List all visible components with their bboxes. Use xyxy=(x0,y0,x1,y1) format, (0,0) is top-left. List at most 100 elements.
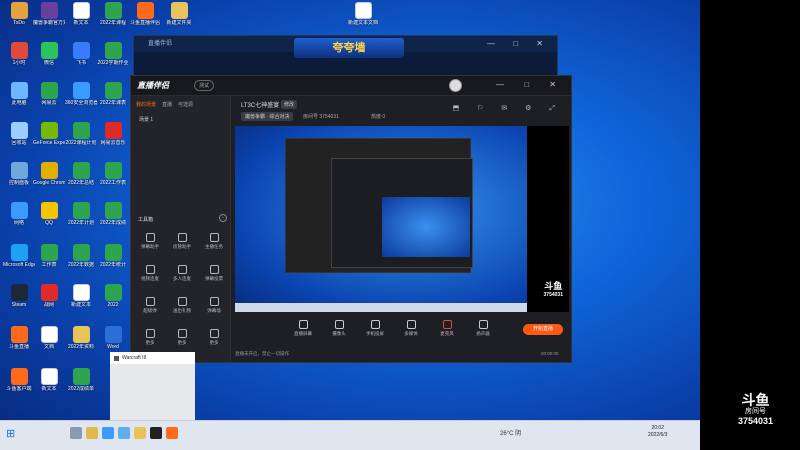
taskbar-app-icon[interactable] xyxy=(102,427,114,439)
scene-item[interactable]: 场景 1 xyxy=(131,113,230,126)
tool-item[interactable]: 弹幕投票 xyxy=(199,265,229,287)
desktop-icon[interactable]: QQ xyxy=(34,202,64,234)
taskbar-app-icon[interactable] xyxy=(166,427,178,439)
desktop-icon[interactable]: 2022年统计 xyxy=(98,244,128,276)
desktop-icon[interactable]: 斗鱼客户端 xyxy=(4,368,34,400)
desktop-icon-image xyxy=(354,2,372,19)
desktop-icon[interactable]: 2022学期作业 xyxy=(97,42,129,74)
desktop-icon[interactable]: 网易云 xyxy=(34,82,64,114)
desktop-icon[interactable]: 斗鱼直播伴侣 xyxy=(130,2,160,34)
desktop-icon-image xyxy=(40,122,58,139)
control-button[interactable]: 摄像头 xyxy=(327,320,351,344)
desktop-icon[interactable]: GeForce Experience xyxy=(33,122,65,154)
tool-item[interactable]: 视频连麦 xyxy=(135,265,165,287)
streaming-app-window[interactable]: 直播伴侣 测试 — □ ✕ 我的场景 直播 可选源 场景 1 工具箱 − 弹幕助… xyxy=(130,75,572,363)
desktop-icon[interactable]: 魔兽争霸官方对战平台 xyxy=(33,2,65,34)
control-button[interactable]: 多媒体 xyxy=(399,320,423,344)
desktop-icon[interactable]: 微信 xyxy=(34,42,64,74)
desktop-icon[interactable]: 360安全浏览器 xyxy=(65,82,97,114)
tab-my-scenes[interactable]: 我的场景 xyxy=(136,101,156,108)
desktop-icon[interactable]: 2022年成绩 xyxy=(98,202,128,234)
preview-taskbar xyxy=(235,303,527,312)
desktop-icon[interactable]: 2022成绩单 xyxy=(66,368,96,400)
desktop-icon[interactable]: 新文本 xyxy=(34,368,64,400)
control-button[interactable]: 手机投屏 xyxy=(363,320,387,344)
desktop-icon[interactable]: 新建文本文档 xyxy=(348,2,378,34)
desktop-icon[interactable]: 1小时 xyxy=(4,42,34,74)
desktop-icon[interactable]: 新建文件夹 xyxy=(164,2,194,34)
tool-item[interactable]: 主播任务 xyxy=(199,233,229,255)
control-button[interactable]: 直播屏幕 xyxy=(291,320,315,344)
background-window[interactable]: 直播伴侣 夸夸墙 — □ ✕ xyxy=(133,35,558,77)
desktop-icon[interactable]: 战网 xyxy=(34,284,64,316)
desktop-icon[interactable]: Microsoft Edge xyxy=(3,244,35,276)
app-version-badge[interactable]: 测试 xyxy=(194,80,215,91)
desktop-icon-image xyxy=(104,326,122,343)
toolbox-collapse-icon[interactable]: − xyxy=(219,214,227,222)
desktop-icon[interactable]: 回收站 xyxy=(4,122,34,154)
desktop-icon[interactable]: 斗鱼直播 xyxy=(4,326,34,358)
stream-preview[interactable]: 斗鱼 3754031 xyxy=(235,126,569,312)
desktop-icon[interactable]: 新建文本 xyxy=(66,284,96,316)
desktop-icon-label: 2022年课表 xyxy=(99,100,127,106)
desktop-icon-image xyxy=(10,284,28,301)
tool-item[interactable]: 送出礼物 xyxy=(167,297,197,319)
tool-item[interactable]: 更多 xyxy=(199,329,229,351)
desktop-icon[interactable]: 飞书 xyxy=(66,42,96,74)
desktop-icon[interactable]: 2022工作表 xyxy=(98,162,128,194)
taskbar-app-icon[interactable] xyxy=(118,427,130,439)
taskbar-app-icon[interactable] xyxy=(86,427,98,439)
desktop-icon[interactable]: 控制面板 xyxy=(4,162,34,194)
desktop-icon[interactable]: 2022年计划 xyxy=(66,202,96,234)
tool-icon xyxy=(177,265,187,274)
desktop-icon[interactable]: 2022年数据 xyxy=(66,244,96,276)
desktop-icon[interactable]: 2022年课表 xyxy=(98,82,128,114)
tool-item[interactable]: 房管助手 xyxy=(167,233,197,255)
tab-sources[interactable]: 可选源 xyxy=(178,101,193,108)
edit-title-button[interactable]: 修改 xyxy=(281,100,298,109)
tool-item[interactable]: 更多 xyxy=(167,329,197,351)
desktop-icon[interactable]: 文档 xyxy=(34,326,64,358)
tool-item[interactable]: 更多 xyxy=(135,329,165,351)
desktop-icon[interactable]: 网易云音乐 xyxy=(98,122,128,154)
desktop-icon-label: 控制面板 xyxy=(8,180,29,186)
go-live-button[interactable]: 开始直播 xyxy=(523,324,563,335)
app-title-bar[interactable]: 直播伴侣 测试 — □ ✕ xyxy=(131,76,571,96)
taskbar-app-icon[interactable] xyxy=(150,427,162,439)
user-avatar[interactable] xyxy=(449,79,462,92)
start-button[interactable]: ⊞ xyxy=(6,429,16,440)
desktop-icon[interactable]: 2022课程计划 xyxy=(65,122,97,154)
stream-title[interactable]: LT3C七神盛宴 xyxy=(241,100,279,109)
taskbar-app-icon[interactable] xyxy=(70,427,82,439)
tool-item[interactable]: 弹幕助手 xyxy=(135,233,165,255)
tool-label: 更多 xyxy=(145,340,155,345)
background-window-controls[interactable]: — □ ✕ xyxy=(487,39,551,48)
desktop-icon[interactable]: 2022年课程 xyxy=(98,2,128,34)
desktop-icon-image xyxy=(10,244,28,261)
clock[interactable]: 20:02 2022/6/3 xyxy=(648,425,667,439)
top-toolbar-icons[interactable]: ⬒ ⚐ ✉ ⚙ ⤢ xyxy=(453,104,563,113)
desktop-icon[interactable]: Steam xyxy=(4,284,34,316)
desktop-icon[interactable]: 新文本 xyxy=(66,2,96,34)
tool-item[interactable]: 超级弹 xyxy=(135,297,165,319)
desktop-icon[interactable]: 2022年总结 xyxy=(66,162,96,194)
desktop-icon-label: 2022年资料 xyxy=(67,344,95,350)
desktop-icon[interactable]: ToDo xyxy=(4,2,34,34)
desktop-icon[interactable]: Google Chrome xyxy=(33,162,65,194)
tab-live[interactable]: 直播 xyxy=(162,101,172,108)
desktop-icon[interactable]: 网络 xyxy=(4,202,34,234)
desktop-icon[interactable]: 2022 xyxy=(98,284,128,316)
control-button[interactable]: 扬声器 xyxy=(471,320,495,344)
tool-icon xyxy=(209,329,219,338)
desktop-icon[interactable]: 此电脑 xyxy=(4,82,34,114)
control-button[interactable]: 麦克风 xyxy=(435,320,459,344)
app-window-controls[interactable]: — □ ✕ xyxy=(496,80,565,89)
tool-item[interactable]: 弹幕墙 xyxy=(199,297,229,319)
tool-item[interactable]: 多人连麦 xyxy=(167,265,197,287)
desktop-icon[interactable]: 2022年资料 xyxy=(66,326,96,358)
desktop-icon[interactable]: 工作表 xyxy=(34,244,64,276)
warcraft-thumbnail-popup[interactable]: Warcraft III xyxy=(110,352,195,420)
stream-category[interactable]: 魔兽争霸 · 综合对决 xyxy=(241,112,294,121)
taskbar-app-icon[interactable] xyxy=(134,427,146,439)
weather-tray[interactable]: 26°C 阴 xyxy=(500,428,521,437)
